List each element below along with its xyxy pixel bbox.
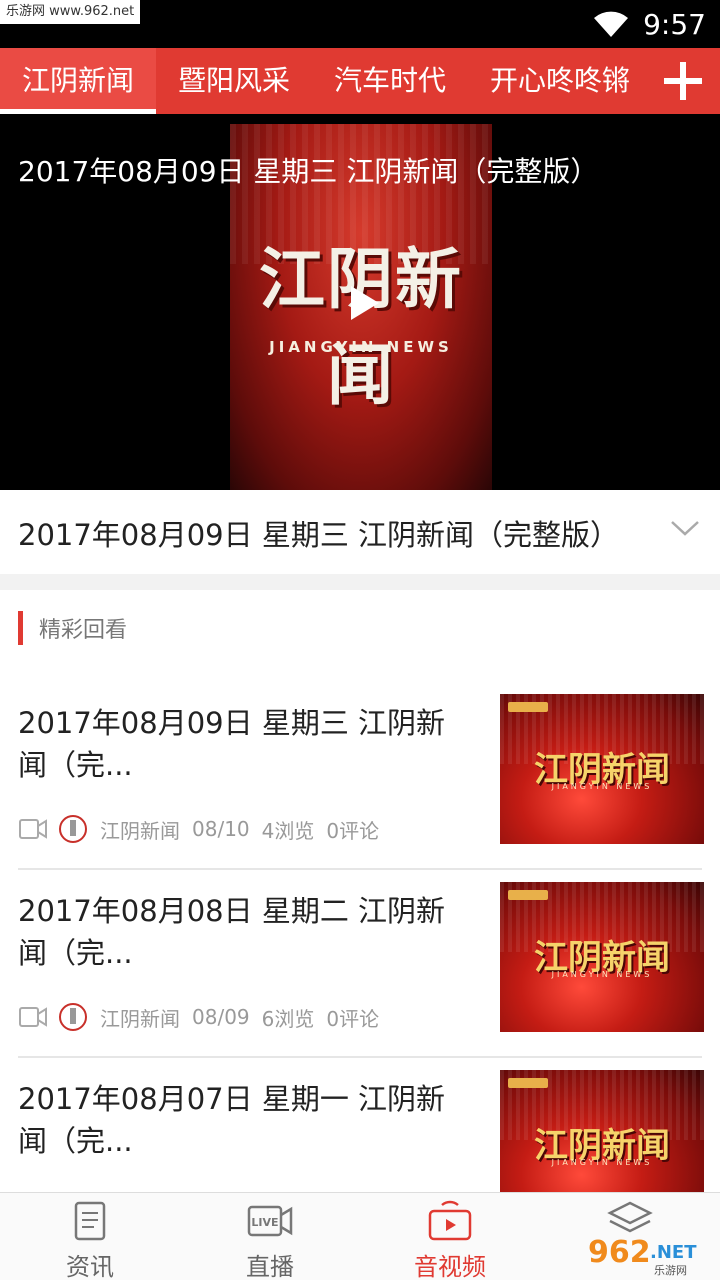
- tab-jiangyin-news[interactable]: 江阴新闻: [0, 48, 157, 114]
- frame-title: 江阴新闻: [259, 241, 463, 414]
- source-logo-icon: [59, 1003, 87, 1031]
- section-header: 精彩回看: [18, 610, 127, 646]
- news-meta: 江阴新闻 08/10 4浏览 0评论: [18, 812, 391, 846]
- news-source: 江阴新闻: [100, 818, 180, 843]
- nav-video[interactable]: 音视频: [360, 1193, 540, 1280]
- channel-tab-bar: 江阴新闻 暨阳风采 汽车时代 开心咚咚锵 家: [0, 48, 720, 114]
- channel-badge: [508, 1078, 548, 1088]
- add-channel-icon[interactable]: [658, 56, 708, 106]
- status-icons: 9:57: [593, 0, 706, 48]
- watermark-label: 乐游网 www.962.net: [0, 0, 141, 24]
- news-item[interactable]: 2017年08月07日 星期一 江阴新闻（完... 江阴新闻 JIANGYIN …: [0, 1058, 720, 1192]
- tab-auto-era[interactable]: 汽车时代: [312, 48, 468, 114]
- news-meta: 江阴新闻 08/09 6浏览 0评论: [18, 1000, 391, 1034]
- wifi-icon: [594, 11, 629, 37]
- source-logo-icon: [59, 815, 87, 843]
- channel-badge: [508, 702, 548, 712]
- news-title: 2017年08月09日 星期三 江阴新闻（完...: [18, 706, 446, 782]
- news-comments: 0评论: [326, 818, 380, 843]
- nav-label: 直播: [246, 1253, 294, 1280]
- news-views: 6浏览: [261, 1006, 315, 1031]
- news-date: 08/09: [192, 1005, 250, 1029]
- thumbnail-subtitle: JIANGYIN NEWS: [551, 1158, 653, 1167]
- live-icon: LIVE: [247, 1205, 293, 1237]
- news-views: 4浏览: [261, 818, 315, 843]
- video-icon: [428, 1200, 472, 1241]
- video-info-bar: 2017年08月09日 星期三 江阴新闻（完整版）: [0, 490, 720, 574]
- video-player[interactable]: 江阴新闻 JIANGYIN NEWS 2017年08月09日 星期三 江阴新闻（…: [0, 114, 720, 490]
- nav-label: 资讯: [66, 1253, 114, 1280]
- news-item[interactable]: 2017年08月09日 星期三 江阴新闻（完... 江阴新闻 08/10 4浏览…: [0, 682, 720, 870]
- news-item[interactable]: 2017年08月08日 星期二 江阴新闻（完... 江阴新闻 08/09 6浏览…: [0, 870, 720, 1058]
- news-thumbnail: 江阴新闻 JIANGYIN NEWS: [500, 1070, 704, 1192]
- video-camera-icon: [19, 1007, 47, 1027]
- watermark-logo: 962 .NET 乐游网: [588, 1235, 697, 1277]
- thumbnail-subtitle: JIANGYIN NEWS: [551, 970, 653, 979]
- video-title: 2017年08月09日 星期三 江阴新闻（完整版）: [18, 518, 620, 552]
- nav-live[interactable]: LIVE 直播: [180, 1193, 360, 1280]
- svg-text:962: 962: [588, 1235, 651, 1270]
- tab-jiyang-style[interactable]: 暨阳风采: [156, 48, 312, 114]
- tab-happy-dongdong[interactable]: 开心咚咚锵: [468, 48, 652, 114]
- video-camera-icon: [19, 819, 47, 839]
- news-title: 2017年08月08日 星期二 江阴新闻（完...: [18, 894, 446, 970]
- news-icon: [74, 1201, 106, 1241]
- news-date: 08/10: [192, 817, 250, 841]
- svg-text:LIVE: LIVE: [251, 1216, 278, 1229]
- channel-badge: [508, 890, 548, 900]
- thumbnail-subtitle: JIANGYIN NEWS: [551, 782, 653, 791]
- chevron-down-icon[interactable]: [670, 516, 700, 540]
- news-comments: 0评论: [326, 1006, 380, 1031]
- channel-tabs: 江阴新闻 暨阳风采 汽车时代 开心咚咚锵 家: [0, 48, 720, 114]
- play-icon[interactable]: [349, 284, 381, 322]
- news-thumbnail: 江阴新闻 JIANGYIN NEWS: [500, 882, 704, 1032]
- section-label: 精彩回看: [39, 618, 128, 643]
- replay-section: 精彩回看 2017年08月09日 星期三 江阴新闻（完... 江阴新闻 08/1…: [0, 590, 720, 1192]
- status-time: 9:57: [643, 7, 706, 41]
- nav-label: 音视频: [414, 1253, 486, 1280]
- status-bar: 乐游网 www.962.net 9:57: [0, 0, 720, 48]
- news-thumbnail: 江阴新闻 JIANGYIN NEWS: [500, 694, 704, 844]
- nav-news[interactable]: 资讯: [0, 1193, 180, 1280]
- section-accent-bar: [18, 611, 23, 645]
- news-title: 2017年08月07日 星期一 江阴新闻（完...: [18, 1082, 446, 1158]
- news-source: 江阴新闻: [100, 1006, 180, 1031]
- svg-text:乐游网: 乐游网: [654, 1264, 687, 1277]
- video-overlay-title: 2017年08月09日 星期三 江阴新闻（完整版）: [18, 155, 599, 188]
- svg-text:.NET: .NET: [650, 1242, 697, 1263]
- frame-subtitle: JIANGYIN NEWS: [269, 338, 453, 356]
